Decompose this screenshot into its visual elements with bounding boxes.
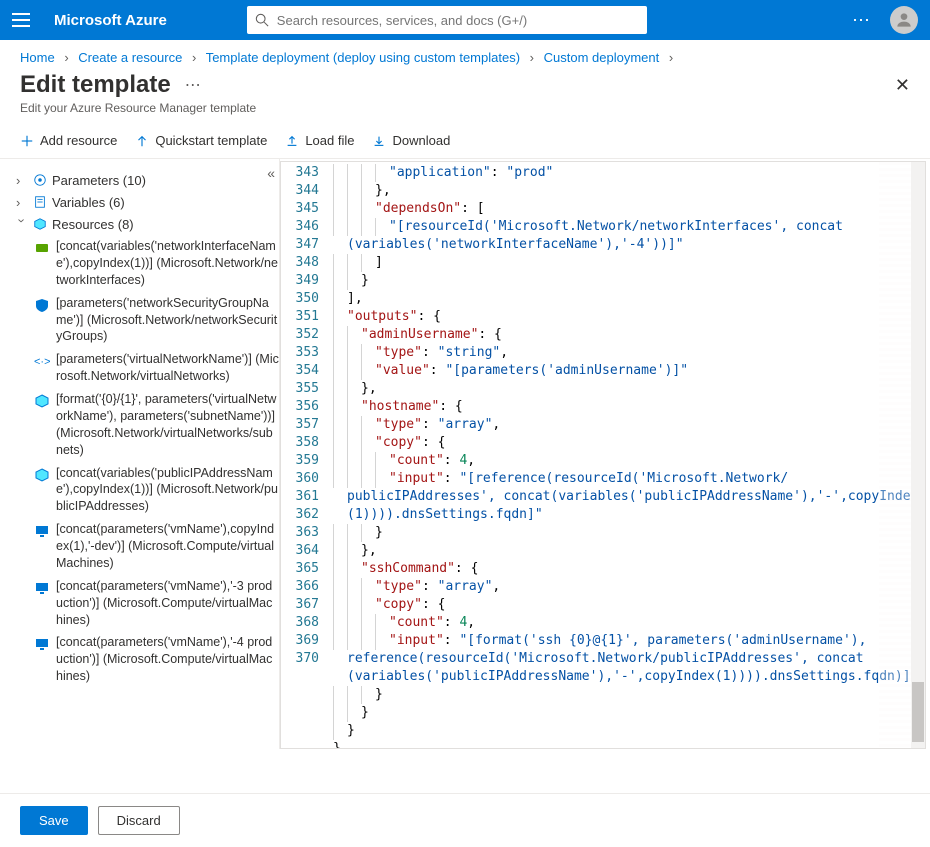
header-more-icon[interactable]: ⋯	[852, 10, 872, 31]
add-resource-label: Add resource	[40, 133, 117, 148]
title-more-icon[interactable]: ⋯	[185, 75, 203, 95]
resource-item[interactable]: <·> [parameters('virtualNetworkName')] (M…	[34, 348, 279, 388]
resource-icon	[34, 636, 50, 652]
resource-item[interactable]: [concat(variables('publicIPAddressName')…	[34, 462, 279, 519]
global-header: Microsoft Azure ⋯	[0, 0, 930, 40]
quickstart-button[interactable]: Quickstart template	[135, 133, 267, 148]
discard-button[interactable]: Discard	[98, 806, 180, 835]
resource-item[interactable]: [concat(variables('networkInterfaceName'…	[34, 235, 279, 292]
chevron-right-icon: ›	[669, 50, 673, 65]
toolbar: Add resource Quickstart template Load fi…	[0, 125, 930, 159]
search-icon	[255, 13, 269, 27]
crumb-home[interactable]: Home	[20, 50, 55, 65]
collapse-panel-icon[interactable]: «	[267, 165, 275, 181]
save-button[interactable]: Save	[20, 806, 88, 835]
add-resource-button[interactable]: Add resource	[20, 133, 117, 148]
crumb-template-deploy[interactable]: Template deployment (deploy using custom…	[206, 50, 520, 65]
page-title: Edit template	[20, 71, 171, 99]
svg-text:<·>: <·>	[34, 356, 50, 368]
download-icon	[372, 134, 386, 148]
resource-list: [concat(variables('networkInterfaceName'…	[34, 235, 279, 688]
menu-toggle-icon[interactable]	[12, 8, 36, 32]
minimap[interactable]	[879, 162, 911, 748]
resource-label: [format('{0}/{1}', parameters('virtualNe…	[56, 391, 279, 459]
breadcrumb: Home › Create a resource › Template depl…	[0, 40, 930, 71]
resource-label: [concat(parameters('vmName'),'-3 product…	[56, 578, 279, 629]
resource-item[interactable]: [concat(parameters('vmName'),'-3 product…	[34, 575, 279, 632]
resource-item[interactable]: [parameters('networkSecurityGroupName')]…	[34, 292, 279, 349]
resource-icon	[34, 240, 50, 256]
plus-icon	[20, 134, 34, 148]
line-gutter: 3433443453463473483493503513523533543553…	[281, 162, 329, 748]
search-input[interactable]	[277, 13, 639, 28]
code-editor[interactable]: 3433443453463473483493503513523533543553…	[280, 161, 926, 749]
resource-item[interactable]: [concat(parameters('vmName'),'-4 product…	[34, 631, 279, 688]
resource-label: [concat(parameters('vmName'),copyIndex(1…	[56, 521, 279, 572]
tree-variables[interactable]: › Variables (6)	[16, 191, 279, 213]
resource-item[interactable]: [concat(parameters('vmName'),copyIndex(1…	[34, 518, 279, 575]
resource-label: [concat(variables('publicIPAddressName')…	[56, 465, 279, 516]
crumb-create[interactable]: Create a resource	[78, 50, 182, 65]
crumb-custom-deploy[interactable]: Custom deployment	[544, 50, 660, 65]
arrow-up-icon	[135, 134, 149, 148]
load-file-label: Load file	[305, 133, 354, 148]
chevron-right-icon: ›	[530, 50, 534, 65]
footer-actions: Save Discard	[0, 793, 930, 847]
parameters-icon	[32, 172, 48, 188]
tree-label: Variables (6)	[52, 195, 125, 210]
variables-icon	[32, 194, 48, 210]
resources-icon	[32, 216, 48, 232]
download-button[interactable]: Download	[372, 133, 450, 148]
resource-icon	[34, 297, 50, 313]
tree-label: Resources (8)	[52, 217, 134, 232]
resource-icon	[34, 523, 50, 539]
tree-label: Parameters (10)	[52, 173, 146, 188]
tree-resources[interactable]: › Resources (8)	[16, 213, 279, 235]
chevron-right-icon: ›	[64, 50, 68, 65]
resource-icon	[34, 467, 50, 483]
chevron-right-icon: ›	[16, 195, 28, 210]
resource-icon	[34, 580, 50, 596]
code-area[interactable]: "application": "prod"},"dependsOn": ["[r…	[329, 162, 925, 748]
main-content: « › Parameters (10) › Variables (6) › Re…	[0, 159, 930, 749]
resource-label: [concat(parameters('vmName'),'-4 product…	[56, 634, 279, 685]
brand-label[interactable]: Microsoft Azure	[54, 12, 167, 29]
resource-label: [parameters('virtualNetworkName')] (Micr…	[56, 351, 279, 385]
tree-parameters[interactable]: › Parameters (10)	[16, 169, 279, 191]
close-icon[interactable]: ✕	[895, 75, 910, 96]
user-icon	[894, 10, 914, 30]
resource-icon: <·>	[34, 353, 50, 369]
global-search[interactable]	[247, 6, 647, 34]
page-subtitle: Edit your Azure Resource Manager templat…	[0, 101, 930, 125]
chevron-right-icon: ›	[192, 50, 196, 65]
vertical-scrollbar[interactable]	[911, 162, 925, 748]
user-avatar[interactable]	[890, 6, 918, 34]
chevron-right-icon: ›	[16, 173, 28, 188]
download-label: Download	[392, 133, 450, 148]
resource-item[interactable]: [format('{0}/{1}', parameters('virtualNe…	[34, 388, 279, 462]
upload-icon	[285, 134, 299, 148]
load-file-button[interactable]: Load file	[285, 133, 354, 148]
resource-icon	[34, 393, 50, 409]
resource-label: [parameters('networkSecurityGroupName')]…	[56, 295, 279, 346]
scrollbar-thumb[interactable]	[912, 682, 924, 742]
chevron-down-icon: ›	[15, 218, 30, 230]
resource-label: [concat(variables('networkInterfaceName'…	[56, 238, 279, 289]
resource-tree: « › Parameters (10) › Variables (6) › Re…	[0, 159, 280, 749]
quickstart-label: Quickstart template	[155, 133, 267, 148]
